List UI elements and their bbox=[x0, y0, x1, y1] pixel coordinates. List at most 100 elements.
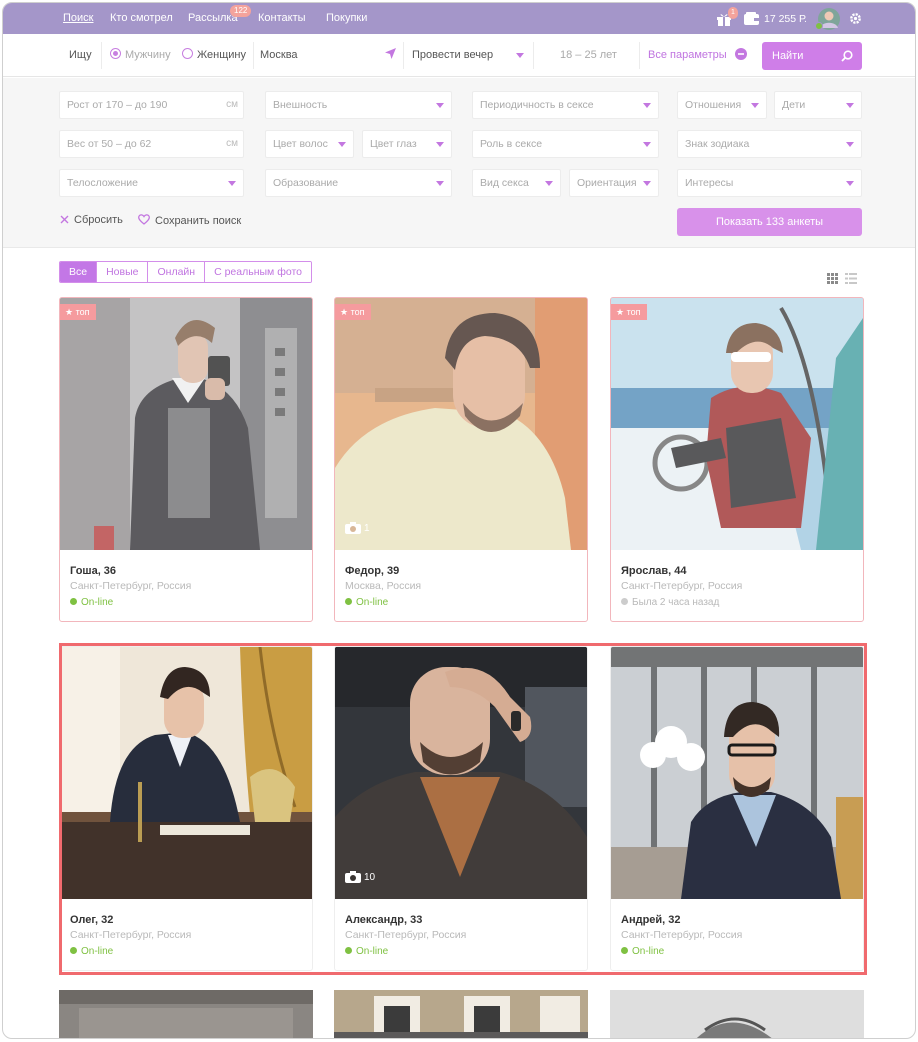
body-type-select[interactable]: Телосложение bbox=[59, 169, 244, 197]
status-text: On-line bbox=[356, 597, 389, 608]
profile-photo[interactable] bbox=[60, 647, 312, 899]
profile-name[interactable]: Федор, 39 bbox=[345, 564, 577, 578]
filter-tabs: Все Новые Онлайн С реальным фото bbox=[59, 261, 312, 283]
profile-name[interactable]: Александр, 33 bbox=[345, 913, 577, 927]
quick-search-bar: Ищу Мужчину Женщину Москва Провести вече… bbox=[3, 34, 915, 77]
online-dot-icon bbox=[345, 947, 352, 954]
weight-range-input[interactable]: Вес от 50 – до 62 см bbox=[59, 130, 244, 158]
interests-select[interactable]: Интересы bbox=[677, 169, 862, 197]
tab-online[interactable]: Онлайн bbox=[147, 262, 205, 282]
wallet-icon[interactable] bbox=[744, 3, 760, 34]
show-profiles-button[interactable]: Показать 133 анкеты bbox=[677, 208, 862, 236]
photo-overlay bbox=[335, 647, 587, 899]
profile-photo[interactable]: ★ топ bbox=[611, 298, 863, 550]
relations-label: Отношения bbox=[685, 99, 742, 111]
sex-type-select[interactable]: Вид секса bbox=[472, 169, 561, 197]
nav-purchases[interactable]: Покупки bbox=[326, 3, 367, 34]
profile-info: Александр, 33 Санкт-Петербург, Россия On… bbox=[335, 899, 587, 959]
reset-filters-button[interactable]: Сбросить bbox=[60, 214, 123, 226]
profile-card[interactable]: Олег, 32 Санкт-Петербург, Россия On-line bbox=[59, 646, 313, 971]
profile-card[interactable]: 10 Александр, 33 Санкт-Петербург, Россия… bbox=[334, 646, 588, 971]
profile-card-partial[interactable] bbox=[59, 990, 313, 1038]
profile-card[interactable]: Андрей, 32 Санкт-Петербург, Россия On-li… bbox=[610, 646, 864, 971]
photo-overlay bbox=[60, 647, 312, 899]
profile-photo[interactable]: 10 bbox=[335, 647, 587, 899]
mailing-count-badge: 122 bbox=[230, 5, 252, 17]
tab-real-photo[interactable]: С реальным фото bbox=[204, 262, 311, 282]
offline-status: Была 2 часа назад bbox=[621, 596, 853, 610]
top-badge: ★ топ bbox=[60, 304, 97, 320]
sex-type-label: Вид секса bbox=[480, 177, 529, 189]
chevron-down-icon bbox=[751, 103, 759, 108]
chevron-down-icon bbox=[643, 142, 651, 147]
gender-male-radio[interactable]: Мужчину bbox=[110, 34, 171, 77]
nav-search[interactable]: Поиск bbox=[63, 3, 93, 34]
all-params-link[interactable]: Все параметры bbox=[648, 34, 727, 77]
profile-card-partial[interactable] bbox=[610, 990, 864, 1038]
profile-card-partial[interactable] bbox=[334, 990, 588, 1038]
profile-city: Санкт-Петербург, Россия bbox=[70, 929, 192, 941]
frequency-select[interactable]: Периодичность в сексе bbox=[472, 91, 659, 119]
user-avatar[interactable] bbox=[815, 3, 841, 34]
profile-card[interactable]: ★ топ Ярослав, 44 Санкт-Петербург, Росси… bbox=[610, 297, 864, 622]
chevron-down-icon bbox=[338, 142, 346, 147]
profile-photo[interactable] bbox=[611, 647, 863, 899]
save-search-button[interactable]: Сохранить поиск bbox=[138, 214, 241, 227]
profile-city: Санкт-Петербург, Россия bbox=[621, 929, 743, 941]
grid-view-icon[interactable] bbox=[827, 273, 838, 284]
eye-color-select[interactable]: Цвет глаз bbox=[362, 130, 452, 158]
profile-name[interactable]: Андрей, 32 bbox=[621, 913, 853, 927]
online-status: On-line bbox=[70, 596, 302, 610]
gender-female-radio[interactable]: Женщину bbox=[182, 34, 246, 77]
location-arrow-icon[interactable] bbox=[385, 34, 396, 77]
profile-info: Андрей, 32 Санкт-Петербург, Россия On-li… bbox=[611, 899, 863, 959]
list-view-icon[interactable] bbox=[845, 273, 857, 284]
role-select[interactable]: Роль в сексе bbox=[472, 130, 659, 158]
zodiac-label: Знак зодиака bbox=[685, 138, 750, 150]
orientation-select[interactable]: Ориентация bbox=[569, 169, 659, 197]
height-range-input[interactable]: Рост от 170 – до 190 см bbox=[59, 91, 244, 119]
photo-count: 10 bbox=[345, 871, 375, 883]
online-dot-icon bbox=[345, 598, 352, 605]
divider bbox=[253, 42, 254, 69]
tab-all[interactable]: Все bbox=[60, 262, 97, 282]
gender-female-label: Женщину bbox=[197, 49, 246, 61]
interests-label: Интересы bbox=[685, 177, 734, 189]
profile-photo[interactable]: ★ топ 1 bbox=[335, 298, 587, 550]
profile-name[interactable]: Олег, 32 bbox=[70, 913, 302, 927]
profile-city: Москва, Россия bbox=[345, 580, 422, 592]
chevron-down-icon bbox=[516, 34, 524, 77]
top-navigation-bar: Поиск Кто смотрел Рассылка 122 Контакты … bbox=[3, 3, 915, 34]
chevron-down-icon bbox=[846, 142, 854, 147]
collapse-minus-icon[interactable] bbox=[735, 34, 747, 77]
profile-card[interactable]: ★ топ Гоша, 36 Санкт-Петербург, Россия O… bbox=[59, 297, 313, 622]
relations-select[interactable]: Отношения bbox=[677, 91, 767, 119]
goal-select[interactable]: Провести вечер bbox=[412, 34, 493, 77]
appearance-select[interactable]: Внешность bbox=[265, 91, 452, 119]
tab-new[interactable]: Новые bbox=[96, 262, 148, 282]
status-text: On-line bbox=[81, 946, 114, 957]
education-label: Образование bbox=[273, 177, 339, 189]
radio-unchecked-icon bbox=[182, 48, 193, 59]
education-select[interactable]: Образование bbox=[265, 169, 452, 197]
children-select[interactable]: Дети bbox=[774, 91, 862, 119]
top-badge-label: топ bbox=[75, 307, 90, 317]
profile-name[interactable]: Ярослав, 44 bbox=[621, 564, 853, 578]
find-button[interactable]: Найти bbox=[762, 42, 862, 70]
city-input[interactable]: Москва bbox=[260, 34, 298, 77]
settings-gear-icon[interactable] bbox=[849, 3, 862, 34]
balance-amount[interactable]: 17 255 Р. bbox=[764, 3, 807, 34]
profile-city: Санкт-Петербург, Россия bbox=[345, 929, 467, 941]
chevron-down-icon bbox=[436, 103, 444, 108]
status-text: On-line bbox=[632, 946, 665, 957]
close-icon bbox=[60, 215, 69, 224]
hair-color-select[interactable]: Цвет волос bbox=[265, 130, 354, 158]
chevron-down-icon bbox=[545, 181, 553, 186]
profile-name[interactable]: Гоша, 36 bbox=[70, 564, 302, 578]
age-range[interactable]: 18 – 25 лет bbox=[560, 34, 617, 77]
profile-card[interactable]: ★ топ 1 Федор, 39 Москва, Россия On-line bbox=[334, 297, 588, 622]
nav-contacts[interactable]: Контакты bbox=[258, 3, 306, 34]
zodiac-select[interactable]: Знак зодиака bbox=[677, 130, 862, 158]
profile-photo[interactable]: ★ топ bbox=[60, 298, 312, 550]
nav-who-viewed[interactable]: Кто смотрел bbox=[110, 3, 173, 34]
